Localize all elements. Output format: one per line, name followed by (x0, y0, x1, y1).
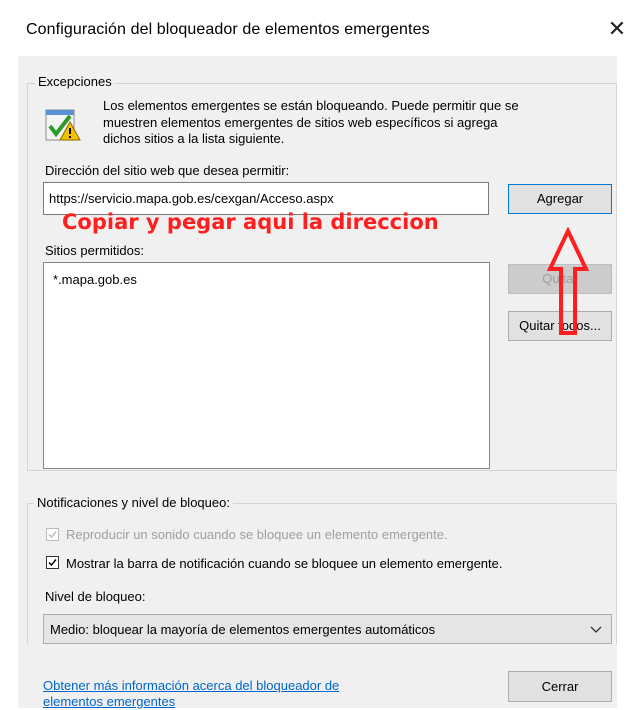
add-button[interactable]: Agregar (508, 184, 612, 214)
checkmark-icon (48, 559, 57, 567)
chevron-down-icon (590, 626, 602, 633)
annotation-up-arrow-icon (546, 226, 590, 337)
notifications-group-label: Notificaciones y nivel de bloqueo: (34, 495, 233, 510)
allowed-sites-label: Sitios permitidos: (45, 243, 144, 258)
info-text-line-3: dichos sitios a la lista siguiente. (103, 131, 285, 146)
block-level-select[interactable]: Medio: bloquear la mayoría de elementos … (43, 614, 612, 644)
address-label: Dirección del sitio web que desea permit… (45, 163, 290, 178)
play-sound-checkbox[interactable] (46, 528, 59, 541)
show-bar-checkbox[interactable] (46, 556, 59, 569)
address-field-value: https://servicio.mapa.gob.es/cexgan/Acce… (49, 191, 334, 206)
shield-check-warning-icon (44, 104, 84, 148)
more-info-link-line-1[interactable]: Obtener más información acerca del bloqu… (43, 678, 339, 694)
close-icon[interactable]: ✕ (604, 16, 630, 42)
close-button[interactable]: Cerrar (508, 671, 612, 702)
info-text-line-2: muestren elementos emergentes de sitios … (103, 115, 498, 130)
exceptions-group-label: Excepciones (35, 74, 115, 89)
show-bar-label: Mostrar la barra de notificación cuando … (66, 556, 503, 571)
window-title: Configuración del bloqueador de elemento… (26, 21, 430, 38)
checkmark-icon (48, 531, 57, 539)
play-sound-label: Reproducir un sonido cuando se bloquee u… (66, 527, 448, 542)
info-text-line-1: Los elementos emergentes se están bloque… (103, 98, 519, 113)
allowed-sites-list[interactable]: *.mapa.gob.es (43, 262, 490, 469)
list-item[interactable]: *.mapa.gob.es (53, 272, 137, 287)
annotation-text: Copiar y pegar aqui la direccion (62, 210, 439, 234)
more-info-link[interactable]: Obtener más información acerca del bloqu… (43, 678, 339, 710)
block-level-label: Nivel de bloqueo: (45, 589, 146, 604)
block-level-value: Medio: bloquear la mayoría de elementos … (50, 622, 436, 637)
